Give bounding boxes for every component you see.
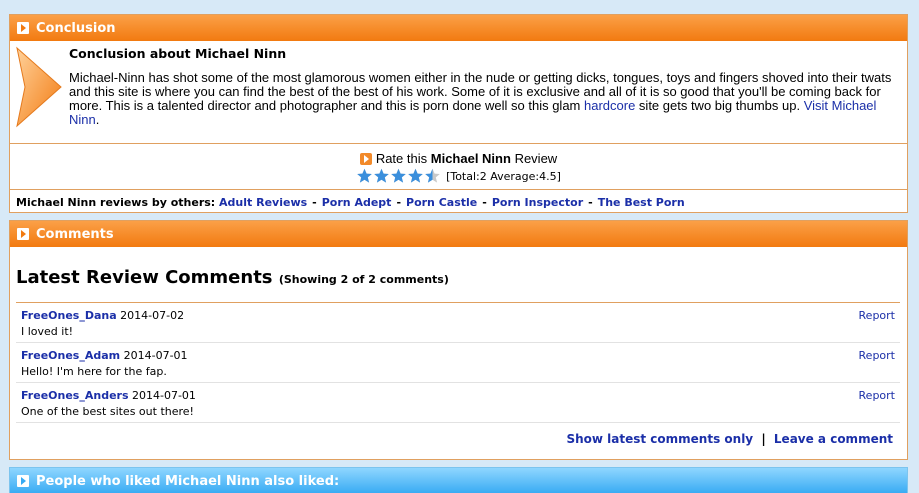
leave-comment-link[interactable]: Leave a comment bbox=[774, 432, 893, 446]
conclusion-text-part-2: site gets two big thumbs up. bbox=[635, 98, 804, 113]
comments-header: Comments bbox=[10, 221, 907, 247]
comments-title-text: Latest Review Comments bbox=[16, 267, 273, 288]
separator: - bbox=[588, 195, 593, 209]
star-icon[interactable] bbox=[407, 168, 424, 184]
report-link[interactable]: Report bbox=[859, 349, 895, 362]
report-link[interactable]: Report bbox=[859, 389, 895, 402]
play-icon bbox=[359, 152, 372, 165]
separator: - bbox=[482, 195, 487, 209]
comment-text: One of the best sites out there! bbox=[21, 405, 194, 418]
play-icon bbox=[17, 475, 29, 487]
rate-prefix: Rate this bbox=[375, 151, 428, 166]
comment-text: I loved it! bbox=[21, 325, 74, 338]
comment-date: 2014-07-01 bbox=[132, 389, 196, 402]
star-icon[interactable] bbox=[424, 168, 441, 184]
conclusion-body: Conclusion about Michael Ninn Michael-Ni… bbox=[10, 41, 907, 144]
play-icon bbox=[17, 228, 29, 240]
hardcore-link[interactable]: hardcore bbox=[584, 98, 635, 113]
comments-list: FreeOnes_Dana 2014-07-02 I loved it! Rep… bbox=[16, 302, 900, 423]
separator: | bbox=[761, 432, 766, 446]
also-liked-panel: People who liked Michael Ninn also liked… bbox=[9, 467, 908, 493]
conclusion-header-label: Conclusion bbox=[36, 20, 116, 36]
star-icon[interactable] bbox=[356, 168, 373, 184]
other-reviews-label: Michael Ninn reviews by others: bbox=[16, 195, 216, 209]
rate-suffix: Review bbox=[514, 151, 558, 166]
star-icon[interactable] bbox=[390, 168, 407, 184]
other-review-link-adult-reviews[interactable]: Adult Reviews bbox=[219, 196, 307, 209]
comment-text: Hello! I'm here for the fap. bbox=[21, 365, 167, 378]
comments-body: Latest Review Comments (Showing 2 of 2 c… bbox=[10, 247, 907, 459]
play-icon bbox=[17, 22, 29, 34]
conclusion-header: Conclusion bbox=[10, 15, 907, 41]
other-review-link-porn-adept[interactable]: Porn Adept bbox=[322, 196, 392, 209]
comment-item: FreeOnes_Adam 2014-07-01 Hello! I'm here… bbox=[16, 343, 900, 383]
conclusion-text: Michael-Ninn has shot some of the most g… bbox=[69, 71, 899, 127]
comments-panel: Comments Latest Review Comments (Showing… bbox=[9, 220, 908, 460]
other-review-link-porn-castle[interactable]: Porn Castle bbox=[406, 196, 477, 209]
rate-line: Rate this Michael Ninn Review bbox=[10, 151, 907, 166]
conclusion-title: Conclusion about Michael Ninn bbox=[69, 46, 287, 61]
also-liked-header: People who liked Michael Ninn also liked… bbox=[10, 468, 907, 493]
other-reviews: Michael Ninn reviews by others: Adult Re… bbox=[10, 190, 907, 214]
other-review-link-porn-inspector[interactable]: Porn Inspector bbox=[492, 196, 583, 209]
rating-total: [Total:2 Average:4.5] bbox=[446, 169, 561, 183]
comments-title: Latest Review Comments (Showing 2 of 2 c… bbox=[16, 267, 449, 288]
rate-site-name: Michael Ninn bbox=[430, 151, 511, 166]
comment-user[interactable]: FreeOnes_Adam bbox=[21, 349, 120, 362]
conclusion-period: . bbox=[95, 112, 100, 127]
report-link[interactable]: Report bbox=[859, 309, 895, 322]
comments-header-label: Comments bbox=[36, 226, 114, 242]
big-arrow-icon bbox=[16, 46, 62, 128]
comment-user[interactable]: FreeOnes_Dana bbox=[21, 309, 117, 322]
comment-user[interactable]: FreeOnes_Anders bbox=[21, 389, 129, 402]
separator: - bbox=[312, 195, 317, 209]
star-icon[interactable] bbox=[373, 168, 390, 184]
comments-count: (Showing 2 of 2 comments) bbox=[278, 273, 449, 286]
conclusion-panel: Conclusion Conclusion about Michael Ninn… bbox=[9, 14, 908, 213]
separator: - bbox=[396, 195, 402, 209]
other-review-link-the-best-porn[interactable]: The Best Porn bbox=[598, 196, 685, 209]
comment-date: 2014-07-02 bbox=[120, 309, 185, 322]
comments-footer: Show latest comments only | Leave a comm… bbox=[566, 432, 893, 446]
rating-stars[interactable] bbox=[356, 168, 441, 184]
also-liked-header-label: People who liked Michael Ninn also liked… bbox=[36, 473, 340, 489]
stars-line: [Total:2 Average:4.5] bbox=[10, 168, 907, 184]
comment-item: FreeOnes_Dana 2014-07-02 I loved it! Rep… bbox=[16, 303, 900, 343]
comment-date: 2014-07-01 bbox=[123, 349, 188, 362]
comment-item: FreeOnes_Anders 2014-07-01 One of the be… bbox=[16, 383, 900, 423]
rating-section: Rate this Michael Ninn Review [Total:2 A… bbox=[10, 144, 907, 190]
show-latest-comments-link[interactable]: Show latest comments only bbox=[566, 432, 753, 446]
